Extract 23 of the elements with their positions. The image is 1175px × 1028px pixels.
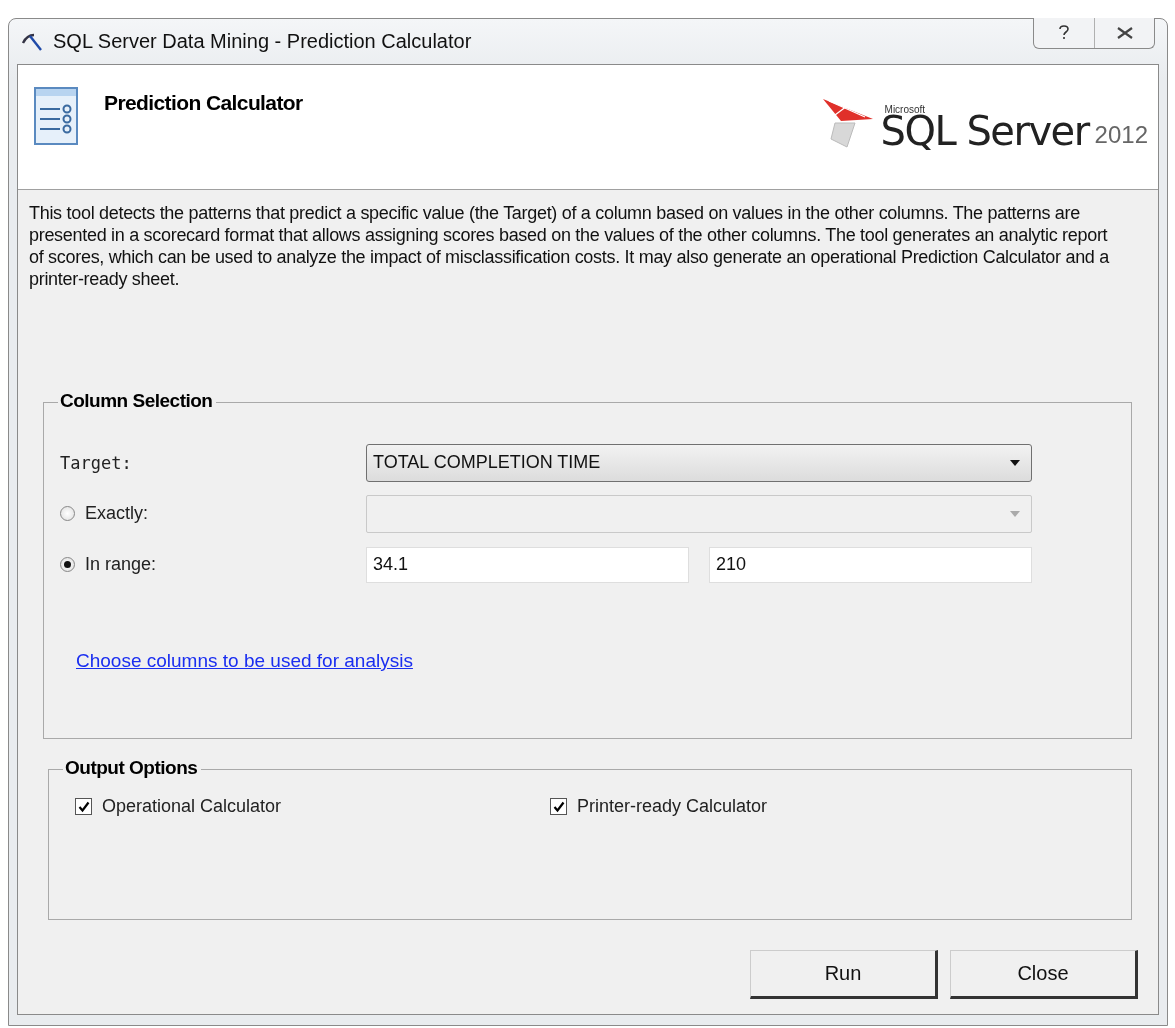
pickaxe-icon — [21, 31, 43, 52]
checkbox[interactable] — [550, 798, 567, 815]
header-title: Prediction Calculator — [104, 91, 304, 115]
logo-version: 2012 — [1094, 121, 1148, 149]
help-icon — [1058, 24, 1070, 42]
checkbox[interactable] — [75, 798, 92, 815]
target-dropdown[interactable]: TOTAL COMPLETION TIME — [366, 443, 1032, 482]
target-label: Target: — [60, 452, 133, 473]
checkbox-label[interactable]: Operational Calculator — [102, 796, 282, 817]
range-to-field[interactable]: 210 — [709, 546, 1032, 583]
caret-icon — [1009, 509, 1021, 518]
close-icon — [1115, 26, 1134, 40]
columns-link[interactable]: Choose columns to be used for analysis — [76, 650, 413, 672]
radio-label[interactable]: In range: — [85, 554, 157, 575]
checkbox-label[interactable]: Printer-ready Calculator — [577, 796, 768, 817]
caret-icon — [1009, 458, 1021, 467]
description-text: This tool detects the patterns that predict a specific value (the Target) of a column based on values in the other columns. The patterns are presented in a scorecard format that allows assigning scores based on the values of the other columns. The tool generates an analytic report of scores, which can be used to analyze the impact of misclassification costs. It may also generate an operational Prediction Calculator and a printer-ready sheet. — [29, 202, 1111, 290]
radio-button[interactable] — [60, 557, 75, 572]
window-title: SQL Server Data Mining - Prediction Calculator — [53, 30, 472, 53]
dialog-button[interactable]: Close — [950, 950, 1138, 999]
dialog-button[interactable]: Run — [750, 950, 938, 999]
range-from-field[interactable]: 34.1 — [366, 546, 689, 583]
form-icon — [34, 87, 78, 145]
